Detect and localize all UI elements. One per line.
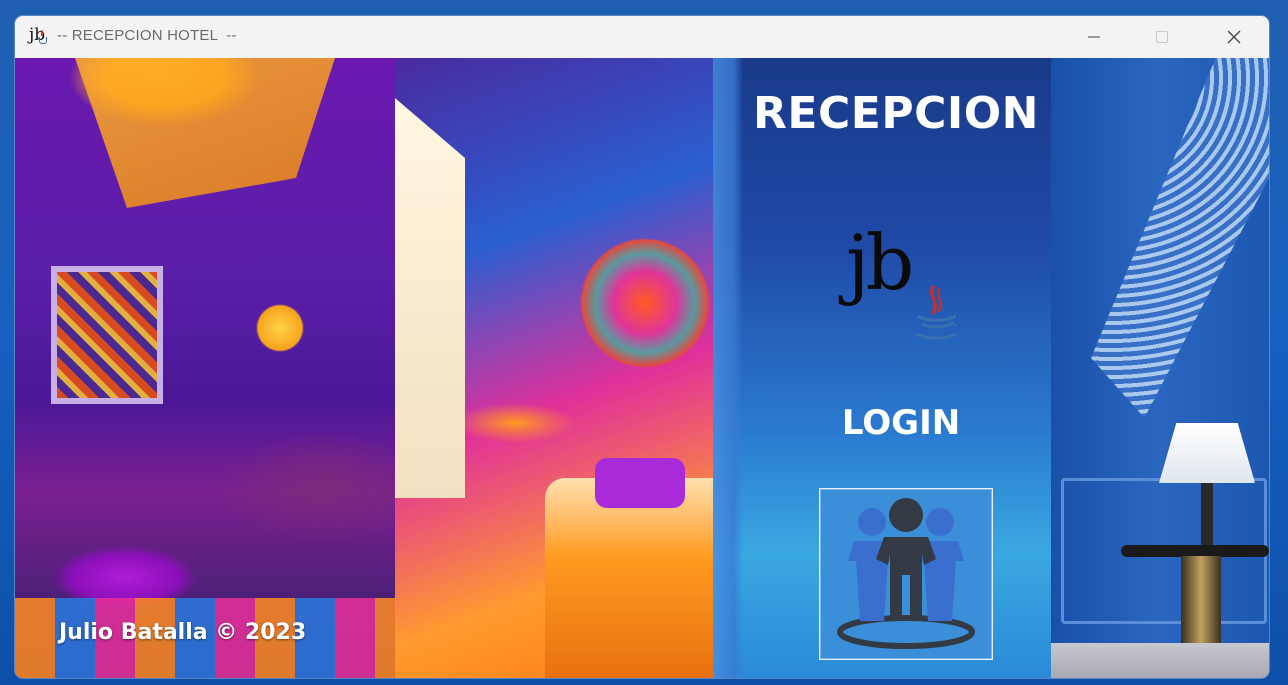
java-cup-icon (39, 37, 47, 44)
bed-shape (545, 478, 713, 678)
credit-text: Julio Batalla © 2023 (59, 620, 307, 645)
hotel-room-image-right (1051, 58, 1269, 678)
wall-art-shape (51, 266, 163, 404)
window-light-shape (395, 98, 465, 498)
close-icon (1227, 30, 1241, 44)
minimize-button[interactable] (1071, 16, 1117, 58)
app-window: jb -- RECEPCION HOTEL -- Julio Batalla ©… (15, 16, 1269, 678)
jb-java-logo: jb (846, 218, 956, 358)
ceiling-light-shape (75, 58, 335, 208)
side-table-leg-shape (1181, 556, 1221, 656)
hotel-room-image-left: Julio Batalla © 2023 (15, 58, 395, 678)
minimize-icon (1088, 36, 1100, 38)
app-icon: jb (29, 25, 51, 47)
reception-panel: RECEPCION jb LOGIN (713, 58, 1051, 678)
login-label: LOGIN (841, 403, 961, 443)
maximize-icon (1156, 31, 1168, 43)
wallpaper-pattern-shape (1091, 58, 1269, 418)
content-area: Julio Batalla © 2023 RECEPCION jb LOGIN (15, 58, 1269, 678)
lamp-shade-shape (1159, 423, 1255, 483)
login-button[interactable] (819, 488, 993, 660)
close-button[interactable] (1211, 16, 1257, 58)
panel-glow (713, 58, 743, 678)
maximize-button[interactable] (1139, 16, 1185, 58)
title-bar[interactable]: jb -- RECEPCION HOTEL -- (15, 16, 1269, 58)
window-title: -- RECEPCION HOTEL -- (57, 27, 237, 44)
reception-title: RECEPCION (753, 88, 1039, 139)
hotel-room-image-center (395, 58, 713, 678)
floor-shape (1051, 643, 1269, 678)
lamp-base-shape (1201, 483, 1213, 553)
pillow-shape (595, 458, 685, 508)
users-group-icon (837, 498, 975, 649)
java-cup-icon (915, 285, 956, 340)
java-flame-icon (41, 30, 43, 36)
